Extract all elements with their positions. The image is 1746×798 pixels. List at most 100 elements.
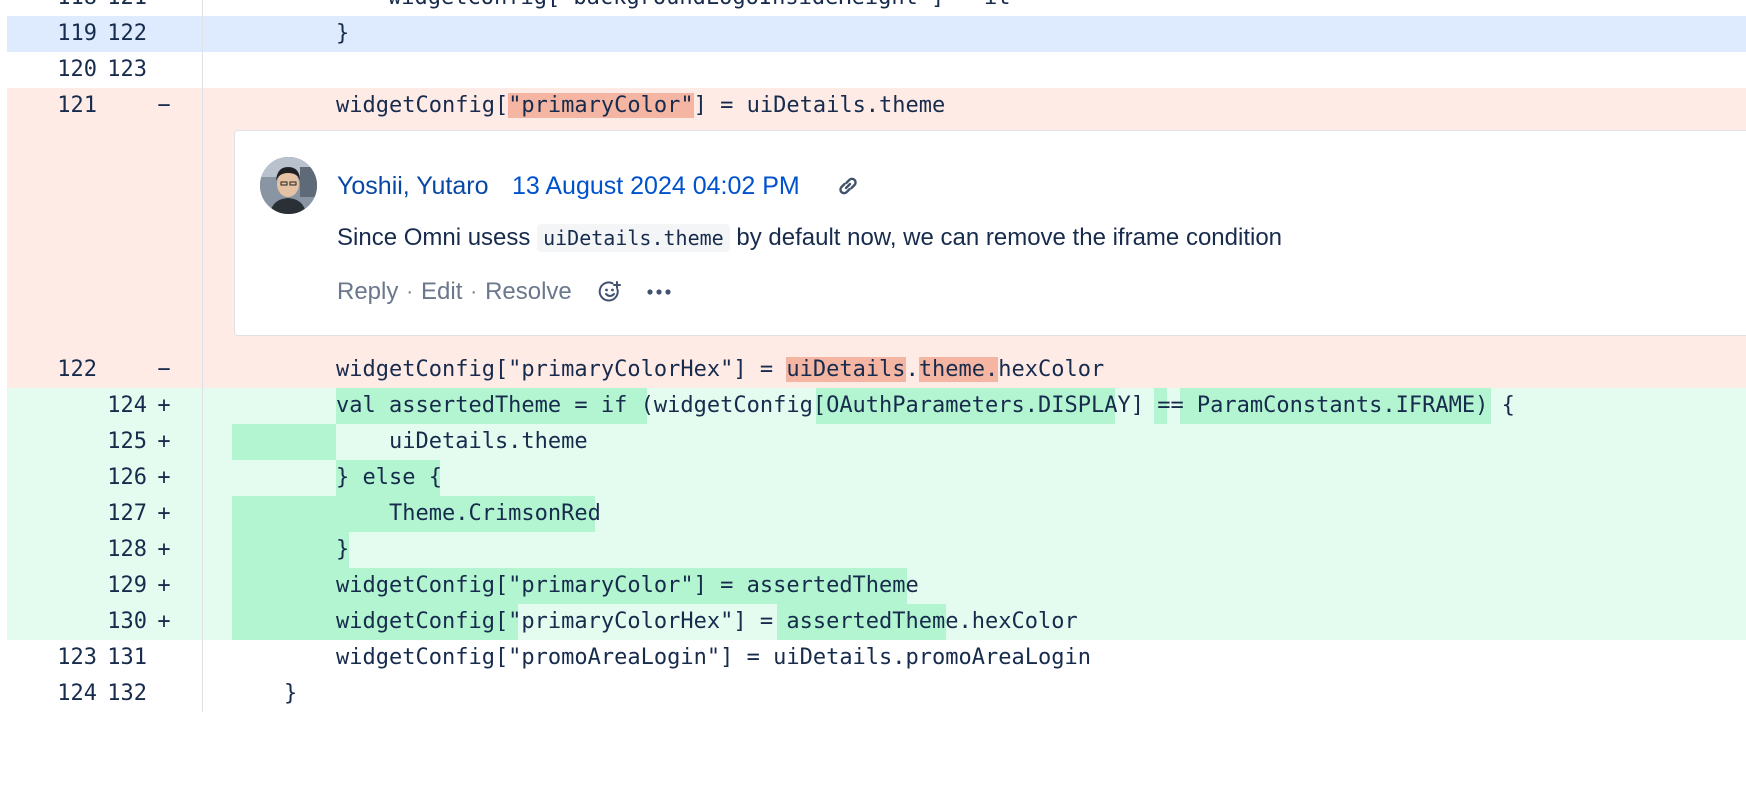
diff-marker-plus: + xyxy=(157,609,171,634)
diff-marker xyxy=(147,0,181,16)
diff-row-context: 123 131 widgetConfig["promoAreaLogin"] =… xyxy=(7,640,1746,676)
new-line-number[interactable]: 125 xyxy=(97,424,147,460)
line-gutter xyxy=(7,124,203,352)
code-segment: hexColor xyxy=(998,357,1105,382)
code-line: widgetConfig["backgroundLogoInsideHeight… xyxy=(203,0,1746,16)
old-line-number[interactable] xyxy=(7,604,97,640)
comment-text: by default now, we can remove the iframe… xyxy=(729,224,1283,251)
resolve-button[interactable]: Resolve xyxy=(485,275,572,309)
code-line: widgetConfig["primaryColorHex"] = assert… xyxy=(203,604,1746,640)
code-line: } xyxy=(203,16,1746,52)
separator: · xyxy=(406,281,414,303)
code-line: widgetConfig["primaryColorHex"] = uiDeta… xyxy=(203,352,1746,388)
diff-row-added: 126 + } else { xyxy=(7,460,1746,496)
comment-timestamp-link[interactable]: 13 August 2024 04:02 PM xyxy=(512,169,800,203)
new-line-number[interactable]: 126 xyxy=(97,460,147,496)
diff-marker xyxy=(147,52,181,88)
code-line: widgetConfig["promoAreaLogin"] = uiDetai… xyxy=(203,640,1746,676)
new-line-number[interactable]: 130 xyxy=(97,604,147,640)
old-line-number[interactable]: 118 xyxy=(7,0,97,16)
more-actions-icon[interactable] xyxy=(646,288,672,296)
line-gutter: 129 + xyxy=(7,568,203,604)
added-word-highlight xyxy=(232,532,349,568)
old-line-number[interactable] xyxy=(7,532,97,568)
new-line-number[interactable] xyxy=(97,352,147,388)
deleted-word-highlight: uiDetails xyxy=(786,357,906,382)
old-line-number[interactable]: 124 xyxy=(7,676,97,712)
line-gutter: 126 + xyxy=(7,460,203,496)
code-text: } else { xyxy=(336,465,442,490)
deleted-word-highlight: "primaryColor" xyxy=(508,93,694,118)
left-edge xyxy=(0,0,7,798)
old-line-number[interactable]: 120 xyxy=(7,52,97,88)
new-line-number[interactable]: 128 xyxy=(97,532,147,568)
new-line-number[interactable]: 122 xyxy=(97,16,147,52)
code-segment: widgetConfig["primaryColorHex"] = xyxy=(336,357,787,382)
avatar-image xyxy=(260,157,317,214)
old-line-number[interactable] xyxy=(7,496,97,532)
comment-body: Since Omni usess uiDetails.theme by defa… xyxy=(337,221,1282,255)
new-line-number[interactable]: 121 xyxy=(97,0,147,16)
reply-button[interactable]: Reply xyxy=(337,275,398,309)
code-line: val assertedTheme = if (widgetConfig[OAu… xyxy=(203,388,1746,424)
old-line-number[interactable] xyxy=(7,388,97,424)
avatar[interactable] xyxy=(260,157,317,214)
comment-author-link[interactable]: Yoshii, Yutaro xyxy=(337,169,489,203)
line-gutter: 118 121 xyxy=(7,0,203,16)
diff-marker xyxy=(147,676,181,712)
diff-row-context: 124 132 } xyxy=(7,676,1746,712)
comment-text: Since Omni usess xyxy=(337,224,538,251)
old-line-number[interactable]: 119 xyxy=(7,16,97,52)
line-gutter: 124 132 xyxy=(7,676,203,712)
deleted-word-highlight: theme. xyxy=(918,357,999,382)
diff-row-added: 129 + widgetConfig["primaryColor"] = ass… xyxy=(7,568,1746,604)
old-line-number[interactable] xyxy=(7,424,97,460)
diff-table: 118 121 widgetConfig["backgroundLogoInsi… xyxy=(7,0,1746,712)
line-gutter: 122 − xyxy=(7,352,203,388)
old-line-number[interactable] xyxy=(7,460,97,496)
code-line: widgetConfig["primaryColor"] = uiDetails… xyxy=(203,88,1746,124)
code-text: widgetConfig["primaryColor"] = uiDetails… xyxy=(336,88,945,124)
new-line-number[interactable]: 123 xyxy=(97,52,147,88)
line-gutter: 121 − xyxy=(7,88,203,124)
old-line-number[interactable]: 121 xyxy=(7,88,97,124)
edit-button[interactable]: Edit xyxy=(421,275,462,309)
new-line-number[interactable]: 132 xyxy=(97,676,147,712)
code-text: widgetConfig["primaryColorHex"] = uiDeta… xyxy=(336,352,1104,388)
diff-row-added: 128 + } xyxy=(7,532,1746,568)
new-line-number[interactable]: 129 xyxy=(97,568,147,604)
new-line-number[interactable]: 124 xyxy=(97,388,147,424)
added-word-highlight xyxy=(232,424,336,460)
code-text: } xyxy=(336,537,350,562)
diff-row-added: 124 + val assertedTheme = if (widgetConf… xyxy=(7,388,1746,424)
comment-card: Yoshii, Yutaro 13 August 2024 04:02 PM S… xyxy=(234,130,1746,336)
diff-marker-plus: + xyxy=(157,465,171,490)
diff-marker-plus: + xyxy=(157,537,171,562)
inline-comment-row: Yoshii, Yutaro 13 August 2024 04:02 PM S… xyxy=(7,124,1746,352)
line-gutter: 128 + xyxy=(7,532,203,568)
code-segment: ] = uiDetails.theme xyxy=(693,93,946,118)
diff-row-added: 127 + Theme.CrimsonRed xyxy=(7,496,1746,532)
diff-marker-plus: + xyxy=(157,573,171,598)
code-line: Theme.CrimsonRed xyxy=(203,496,1746,532)
code-line: widgetConfig["primaryColor"] = assertedT… xyxy=(203,568,1746,604)
new-line-number[interactable]: 127 xyxy=(97,496,147,532)
line-gutter: 123 131 xyxy=(7,640,203,676)
diff-row-added: 130 + widgetConfig["primaryColorHex"] = … xyxy=(7,604,1746,640)
line-gutter: 130 + xyxy=(7,604,203,640)
diff-row-context: 120 123 xyxy=(7,52,1746,88)
code-text: widgetConfig["backgroundLogoInsideHeight… xyxy=(388,0,1011,16)
diff-row-deleted: 122 − widgetConfig["primaryColorHex"] = … xyxy=(7,352,1746,388)
line-gutter: 124 + xyxy=(7,388,203,424)
add-reaction-icon[interactable] xyxy=(598,280,622,304)
diff-marker-plus: + xyxy=(157,429,171,454)
old-line-number[interactable]: 122 xyxy=(7,352,97,388)
diff-marker-minus: − xyxy=(157,93,171,118)
old-line-number[interactable] xyxy=(7,568,97,604)
link-icon[interactable] xyxy=(835,175,861,197)
old-line-number[interactable]: 123 xyxy=(7,640,97,676)
new-line-number[interactable]: 131 xyxy=(97,640,147,676)
diff-viewport: 118 121 widgetConfig["backgroundLogoInsi… xyxy=(0,0,1746,798)
new-line-number[interactable] xyxy=(97,88,147,124)
diff-row-highlighted: 119 122 } xyxy=(7,16,1746,52)
